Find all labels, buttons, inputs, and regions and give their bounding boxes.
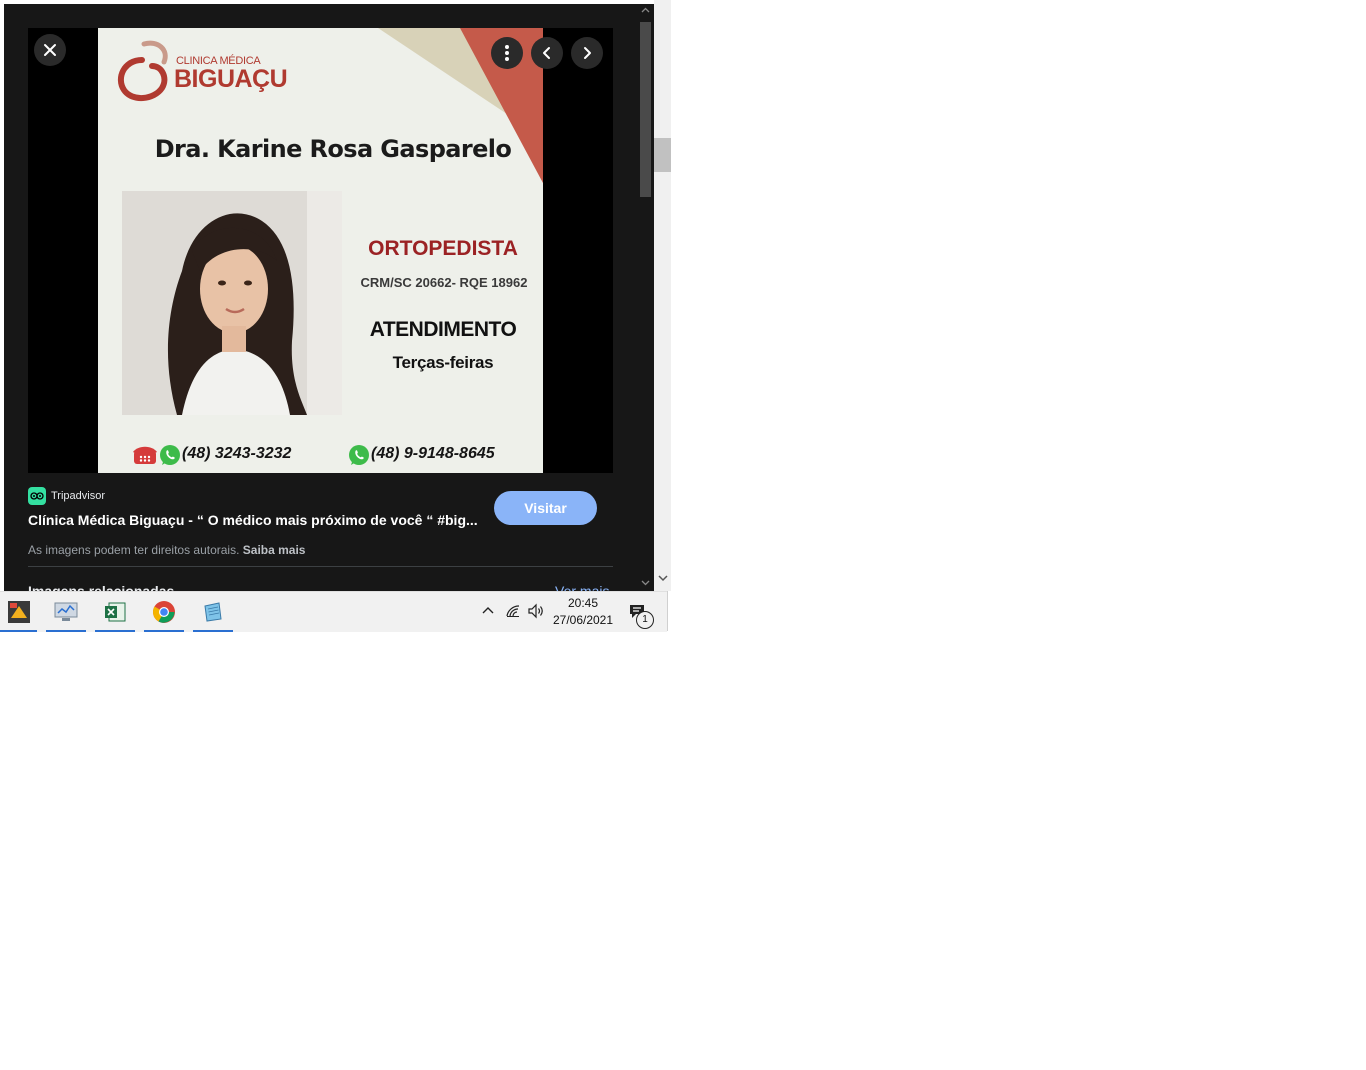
whatsapp-icon	[349, 445, 369, 465]
copyright-notice: As imagens podem ter direitos autorais. …	[28, 543, 305, 557]
logo-title: BIGUAÇU	[174, 65, 288, 93]
windows-taskbar: 20:45 27/06/2021 1	[0, 591, 667, 632]
close-icon	[44, 44, 56, 56]
notification-center-button[interactable]: 1	[627, 602, 655, 629]
previous-image-button[interactable]	[531, 37, 563, 69]
more-options-button[interactable]	[491, 37, 523, 69]
notification-count-badge: 1	[636, 611, 654, 629]
viewer-scrollbar[interactable]	[637, 4, 654, 591]
doctor-name: Dra. Karine Rosa Gasparelo	[154, 135, 512, 163]
page-scrollbar-thumb[interactable]	[654, 138, 671, 172]
volume-icon[interactable]	[527, 603, 545, 619]
crm-label: CRM/SC 20662- RQE 18962	[360, 275, 528, 290]
clinic-card-image[interactable]: CLINICA MÉDICA BIGUAÇU Dra. Karine Rosa …	[98, 28, 543, 473]
divider	[28, 566, 613, 567]
attendance-days: Terças-feiras	[392, 353, 494, 372]
learn-more-link[interactable]: Saiba mais	[243, 543, 306, 557]
see-more-link[interactable]: Ver mais	[555, 583, 609, 591]
page-scrollbar[interactable]	[654, 0, 671, 591]
scroll-up-icon[interactable]	[641, 7, 650, 13]
taskbar-app-monitor[interactable]	[46, 592, 86, 632]
next-image-button[interactable]	[571, 37, 603, 69]
more-vert-icon	[505, 45, 509, 61]
phone-number-1: (48) 3243-3232	[182, 445, 292, 462]
taskbar-app-excel[interactable]	[95, 592, 135, 632]
clinic-logo-icon	[117, 40, 168, 101]
chrome-icon	[153, 601, 175, 623]
wifi-icon[interactable]	[505, 604, 521, 618]
whatsapp-icon	[160, 445, 180, 465]
visit-button[interactable]: Visitar	[494, 491, 597, 525]
image-stage[interactable]: CLINICA MÉDICA BIGUAÇU Dra. Karine Rosa …	[28, 28, 613, 473]
result-title-link[interactable]: Clínica Médica Biguaçu - “ O médico mais…	[28, 512, 488, 528]
specialty-label: ORTOPEDISTA	[368, 237, 518, 260]
taskbar-app-chrome[interactable]	[144, 592, 184, 632]
image-viewer-panel: CLINICA MÉDICA BIGUAÇU Dra. Karine Rosa …	[4, 4, 654, 591]
page-scroll-down-icon[interactable]	[658, 575, 668, 582]
clock-time[interactable]: 20:45	[553, 596, 613, 610]
attendance-title: ATENDIMENTO	[369, 318, 517, 341]
clock-date[interactable]: 27/06/2021	[551, 613, 615, 627]
telephone-icon	[133, 446, 157, 464]
doctor-photo	[122, 191, 342, 415]
related-images-heading: Imagens relacionadas	[28, 583, 175, 591]
taskbar-app-notepad[interactable]	[193, 592, 233, 632]
paint-app-icon	[7, 601, 30, 623]
chevron-up-icon[interactable]	[481, 606, 495, 615]
viewer-scrollbar-thumb[interactable]	[640, 22, 651, 197]
chevron-right-icon	[584, 47, 591, 59]
excel-icon	[105, 602, 126, 622]
phone-number-2: (48) 9-9148-8645	[371, 445, 495, 462]
copyright-text: As imagens podem ter direitos autorais.	[28, 543, 240, 557]
tripadvisor-owl-icon	[28, 487, 46, 505]
monitor-app-icon	[54, 602, 78, 621]
scroll-down-icon[interactable]	[641, 580, 650, 586]
source-row[interactable]: Tripadvisor	[28, 487, 105, 505]
close-button[interactable]	[34, 34, 66, 66]
show-desktop-button[interactable]	[667, 591, 672, 631]
source-name[interactable]: Tripadvisor	[51, 490, 105, 502]
taskbar-app-paint[interactable]	[0, 592, 37, 632]
notepad-app-icon	[204, 602, 222, 622]
chevron-left-icon	[543, 47, 550, 59]
